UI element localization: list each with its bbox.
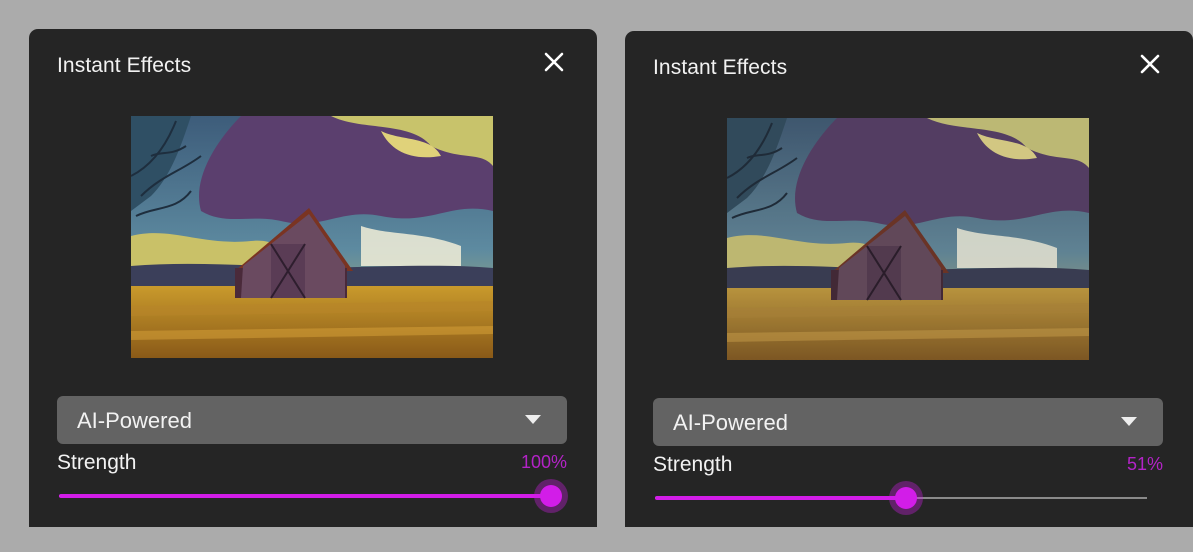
slider-fill <box>655 496 906 500</box>
dropdown-selected-value: AI-Powered <box>673 410 788 435</box>
strength-label: Strength <box>653 453 733 476</box>
slider-fill <box>59 494 551 498</box>
effect-dropdown[interactable]: AI-Powered <box>653 398 1163 446</box>
strength-slider[interactable] <box>59 479 568 513</box>
slider-thumb[interactable] <box>888 481 923 515</box>
strength-slider[interactable] <box>655 481 1147 515</box>
instant-effects-panel: Instant Effects AI-Powered Strength 100% <box>29 29 597 527</box>
close-icon[interactable] <box>541 49 567 75</box>
effect-preview-image <box>727 118 1089 360</box>
panel-title: Instant Effects <box>57 54 192 77</box>
slider-thumb[interactable] <box>534 479 568 513</box>
chevron-down-icon <box>525 415 541 424</box>
close-icon[interactable] <box>1137 51 1163 77</box>
effect-preview-image <box>131 116 493 358</box>
strength-value: 51% <box>1126 454 1163 474</box>
dropdown-selected-value: AI-Powered <box>77 408 192 433</box>
strength-label: Strength <box>57 451 137 474</box>
chevron-down-icon <box>1121 417 1137 426</box>
panel-title: Instant Effects <box>653 56 788 79</box>
instant-effects-panel: Instant Effects AI-Powered Strength 51% <box>625 31 1193 527</box>
effect-dropdown[interactable]: AI-Powered <box>57 396 567 444</box>
strength-value: 100% <box>520 452 567 472</box>
